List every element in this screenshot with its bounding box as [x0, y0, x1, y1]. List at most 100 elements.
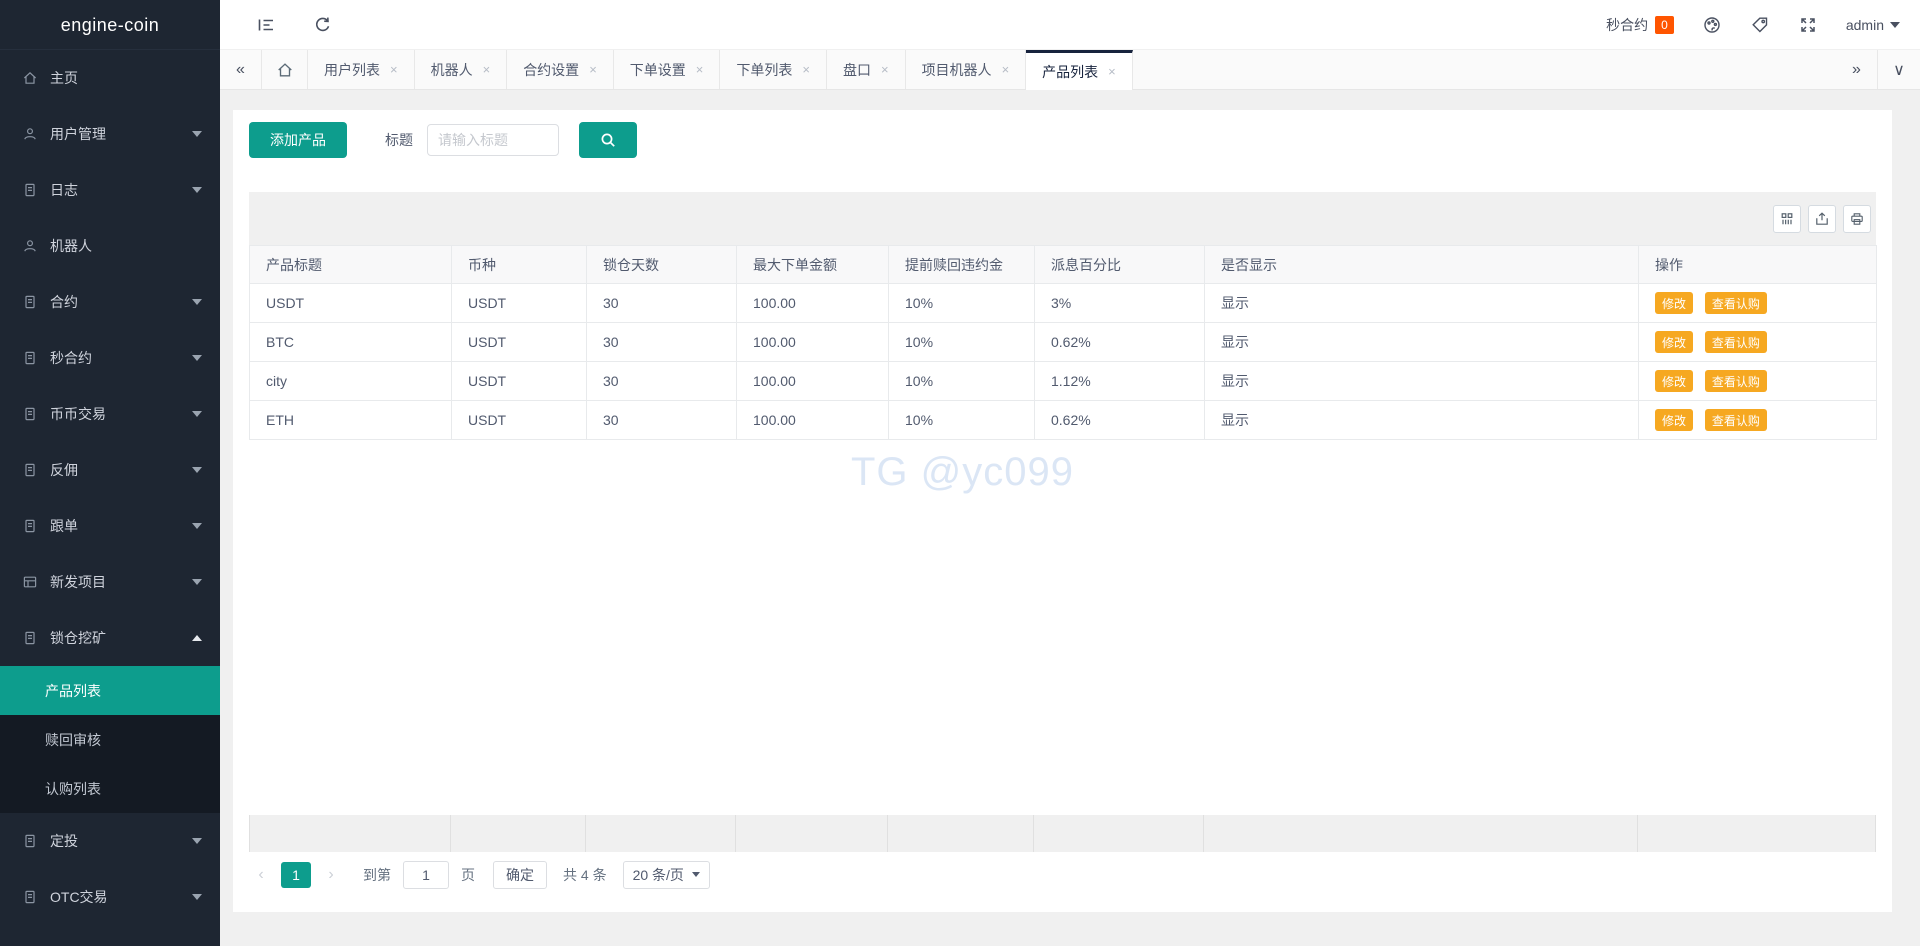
sidebar-item-coin-trade[interactable]: 币币交易 [0, 386, 220, 442]
sidebar-item-lock-mining[interactable]: 锁仓挖矿 [0, 610, 220, 666]
cell-actions: 修改 查看认购 [1638, 361, 1877, 401]
close-icon[interactable]: × [483, 62, 491, 77]
tab-contract-settings[interactable]: 合约设置 × [507, 50, 614, 89]
tab-label: 下单列表 [736, 61, 793, 78]
export-button[interactable] [1808, 204, 1836, 233]
refresh-icon[interactable] [313, 15, 333, 35]
search-icon [601, 133, 615, 147]
total-count-label: 共 4 条 [563, 866, 607, 883]
tab-project-robot[interactable]: 项目机器人 × [906, 50, 1027, 89]
table-header-row: 产品标题 币种 锁仓天数 最大下单金额 提前赎回违约金 派息百分比 是否显示 操… [249, 245, 1877, 284]
edit-button[interactable]: 修改 [1655, 409, 1694, 431]
sidebar-item-rebate[interactable]: 反佣 [0, 442, 220, 498]
toolbar: 添加产品 标题 [249, 122, 1876, 158]
tab-market-depth[interactable]: 盘口 × [827, 50, 906, 89]
user-menu[interactable]: admin [1846, 17, 1900, 33]
cell-max: 100.00 [736, 322, 889, 362]
close-icon[interactable]: × [589, 62, 597, 77]
goto-label: 到第 [363, 866, 391, 883]
chevron-up-icon [192, 635, 202, 641]
tab-label: 合约设置 [523, 61, 580, 78]
tab-robot[interactable]: 机器人 × [415, 50, 508, 89]
edit-button[interactable]: 修改 [1655, 292, 1694, 314]
tab-user-list[interactable]: 用户列表 × [308, 50, 415, 89]
collapse-sidebar-icon[interactable] [256, 15, 276, 35]
sidebar-item-label: 用户管理 [50, 126, 106, 142]
module-indicator[interactable]: 秒合约 0 [1606, 15, 1674, 35]
user-icon [24, 240, 36, 252]
sidebar-item-follow-order[interactable]: 跟单 [0, 498, 220, 554]
fullscreen-icon[interactable] [1798, 15, 1818, 35]
cell-max: 100.00 [736, 283, 889, 323]
view-subscriptions-button[interactable]: 查看认购 [1704, 370, 1767, 392]
add-product-button[interactable]: 添加产品 [249, 122, 347, 158]
cell-rate: 1.12% [1034, 361, 1205, 401]
cell-penalty: 10% [888, 400, 1035, 440]
chevron-down-icon [691, 872, 700, 877]
close-icon[interactable]: × [881, 62, 889, 77]
table-wrapper: 产品标题 币种 锁仓天数 最大下单金额 提前赎回违约金 派息百分比 是否显示 操… [249, 192, 1877, 852]
next-page-button[interactable]: › [319, 866, 343, 884]
column-header: 币种 [451, 245, 587, 284]
tab-order-list[interactable]: 下单列表 × [720, 50, 827, 89]
current-page-button[interactable]: 1 [281, 861, 311, 888]
column-header: 产品标题 [249, 245, 452, 284]
tabs-menu-button[interactable]: ∨ [1878, 50, 1920, 89]
search-button[interactable] [579, 122, 637, 158]
view-subscriptions-button[interactable]: 查看认购 [1704, 292, 1767, 314]
page-unit-label: 页 [461, 866, 475, 883]
double-chevron-right-icon: » [1852, 60, 1861, 78]
top-bar: 秒合约 0 admin [220, 0, 1920, 50]
table-row: USDT USDT 30 100.00 10% 3% 显示 修改 查看认购 [249, 283, 1877, 323]
module-badge: 0 [1655, 15, 1674, 34]
chevron-down-icon [192, 299, 202, 305]
tab-product-list[interactable]: 产品列表 × [1026, 50, 1133, 90]
sidebar-item-label: 机器人 [50, 238, 92, 254]
prev-page-button[interactable]: ‹ [249, 866, 273, 884]
sidebar-item-logs[interactable]: 日志 [0, 162, 220, 218]
cell-max: 100.00 [736, 361, 889, 401]
sidebar-item-contract[interactable]: 合约 [0, 274, 220, 330]
sidebar-item-label: 主页 [50, 70, 78, 86]
cell-title: USDT [249, 283, 452, 323]
close-icon[interactable]: × [1108, 64, 1116, 79]
sidebar-item-new-project[interactable]: 新发项目 [0, 554, 220, 610]
title-search-input[interactable] [427, 124, 559, 156]
submenu-item-subscribe-list[interactable]: 认购列表 [0, 764, 220, 813]
tabs-scroll-right-button[interactable]: » [1836, 50, 1878, 89]
close-icon[interactable]: × [390, 62, 398, 77]
cell-penalty: 10% [888, 361, 1035, 401]
cell-days: 30 [586, 322, 737, 362]
sidebar-item-home[interactable]: 主页 [0, 50, 220, 106]
tabs-scroll-left-button[interactable]: « [220, 50, 262, 89]
close-icon[interactable]: × [696, 62, 704, 77]
tab-home[interactable] [262, 50, 308, 89]
goto-page-input[interactable] [403, 860, 449, 889]
column-settings-button[interactable] [1773, 204, 1801, 233]
double-chevron-left-icon: « [236, 60, 245, 78]
sidebar-item-second-contract[interactable]: 秒合约 [0, 330, 220, 386]
submenu-item-redeem-review[interactable]: 赎回审核 [0, 715, 220, 764]
sidebar-item-label: OTC交易 [50, 889, 108, 905]
confirm-page-button[interactable]: 确定 [493, 860, 547, 889]
watermark: TG @yc099 [851, 450, 1075, 494]
print-button[interactable] [1843, 204, 1871, 233]
view-subscriptions-button[interactable]: 查看认购 [1704, 331, 1767, 353]
sidebar-item-otc-trade[interactable]: OTC交易 [0, 869, 220, 925]
cell-title: BTC [249, 322, 452, 362]
sidebar-item-robot[interactable]: 机器人 [0, 218, 220, 274]
sidebar-nav: 主页 用户管理 日志 机器人 合约 秒合约 币币交易 反佣 跟单 新发项目 锁仓… [0, 50, 220, 925]
sidebar-item-fixed-invest[interactable]: 定投 [0, 813, 220, 869]
sidebar-item-label: 币币交易 [50, 406, 106, 422]
edit-button[interactable]: 修改 [1655, 370, 1694, 392]
edit-button[interactable]: 修改 [1655, 331, 1694, 353]
close-icon[interactable]: × [802, 62, 810, 77]
view-subscriptions-button[interactable]: 查看认购 [1704, 409, 1767, 431]
sidebar-item-user-management[interactable]: 用户管理 [0, 106, 220, 162]
tag-icon[interactable] [1750, 15, 1770, 35]
per-page-select[interactable]: 20 条/页 [622, 860, 710, 889]
close-icon[interactable]: × [1002, 62, 1010, 77]
submenu-item-product-list[interactable]: 产品列表 [0, 666, 220, 715]
theme-palette-icon[interactable] [1702, 15, 1722, 35]
tab-order-settings[interactable]: 下单设置 × [614, 50, 721, 89]
